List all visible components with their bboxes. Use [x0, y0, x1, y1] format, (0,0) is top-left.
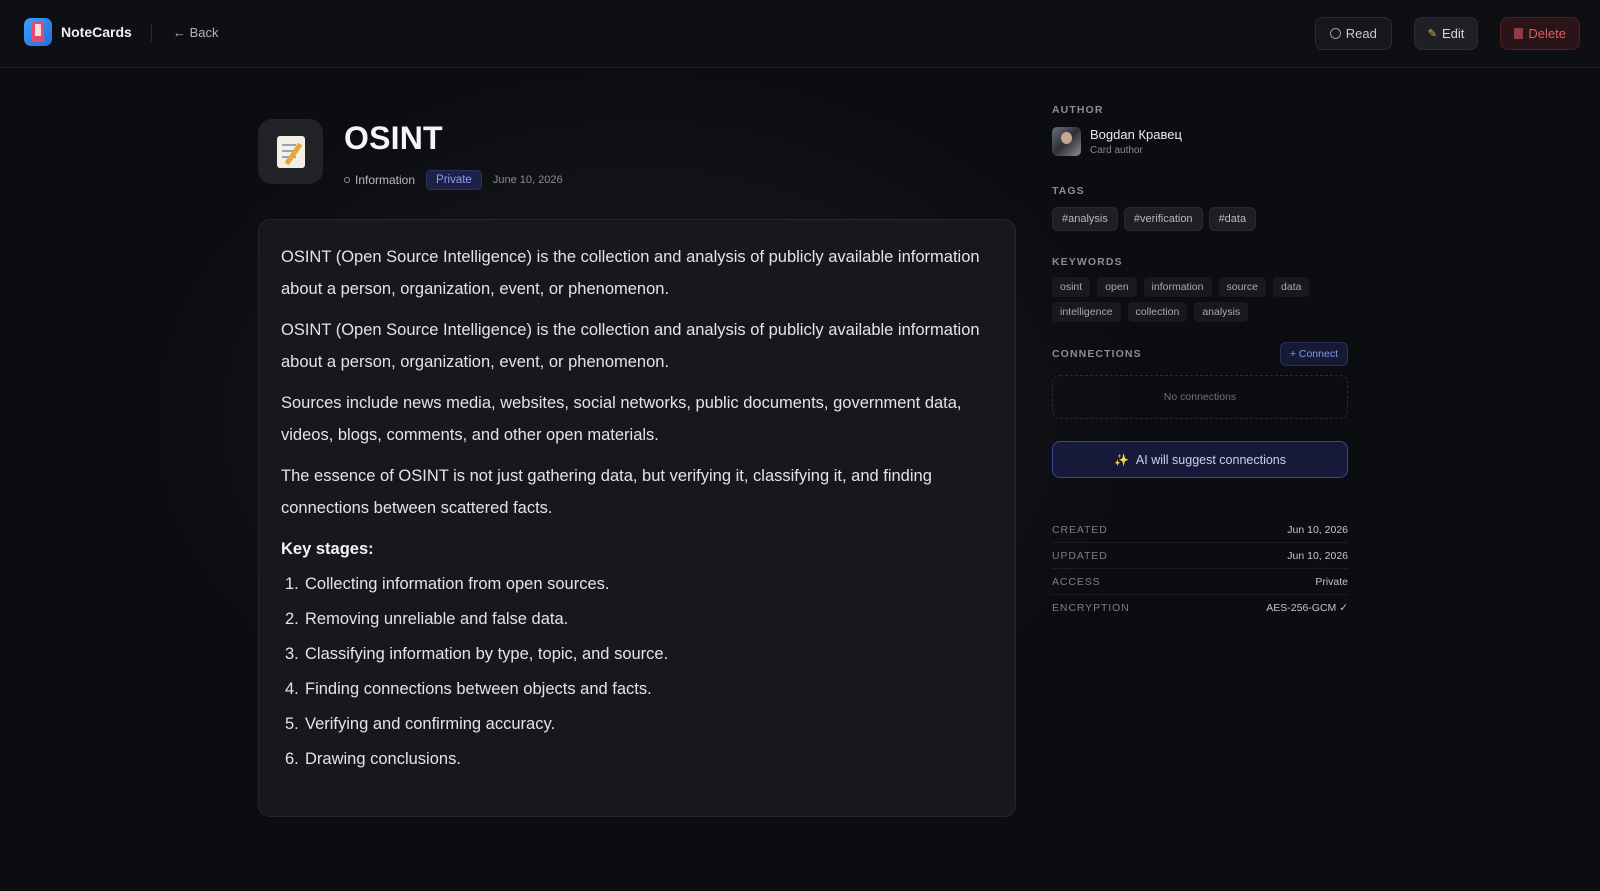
keyword-chip: data [1273, 277, 1310, 297]
memo-icon [276, 135, 305, 168]
connections-empty-state: No connections [1052, 375, 1348, 419]
author-name: Bogdan Кравец [1090, 127, 1182, 142]
tags-list: #analysis #verification #data [1052, 207, 1348, 231]
author-role: Card author [1090, 145, 1143, 156]
tag-chip[interactable]: #analysis [1052, 207, 1118, 231]
info-key: ACCESS [1052, 575, 1101, 588]
list-text: Collecting information from open sources… [305, 574, 610, 593]
header-divider [151, 24, 152, 42]
list-item: 1. Collecting information from open sourc… [281, 574, 993, 594]
info-value: Jun 10, 2026 [1287, 523, 1348, 536]
info-key: ENCRYPTION [1052, 602, 1130, 614]
keyword-chip: source [1218, 277, 1267, 297]
info-row-created: CREATED Jun 10, 2026 [1052, 517, 1348, 543]
keyword-chip: information [1143, 277, 1212, 297]
delete-button[interactable]: Delete [1500, 17, 1580, 50]
pencil-icon: ✎ [1427, 28, 1438, 40]
author-section-label: AUTHOR [1052, 104, 1104, 116]
category-label: Information [344, 173, 415, 187]
tags-section-label: TAGS [1052, 185, 1085, 197]
list-text: Drawing conclusions. [305, 749, 461, 768]
read-button-label: Read [1345, 26, 1377, 41]
info-value: Private [1315, 575, 1348, 588]
author-block: Bogdan Кравец Card author [1052, 127, 1348, 156]
connections-header: CONNECTIONS + Connect [1052, 342, 1348, 366]
tag-chip[interactable]: #verification [1123, 207, 1203, 231]
info-row-access: ACCESS Private [1052, 569, 1348, 595]
keyword-chip: intelligence [1052, 302, 1121, 322]
top-actions: Read ✎ Edit Delete [1314, 17, 1580, 50]
note-date: June 10, 2026 [492, 174, 563, 186]
details-sidebar: AUTHOR Bogdan Кравец Card author TAGS #a… [1052, 104, 1348, 621]
ai-suggest-label: AI will suggest connections [1135, 452, 1287, 467]
keywords-section-label: KEYWORDS [1052, 256, 1123, 268]
list-item: 2. Removing unreliable and false data. [281, 609, 993, 629]
page-title: OSINT [344, 120, 443, 156]
info-value: AES-256-GCM ✓ [1266, 602, 1348, 614]
list-number: 5. [285, 714, 299, 733]
key-stages-heading: Key stages: [281, 540, 374, 558]
edit-button-label: Edit [1442, 26, 1465, 41]
back-link[interactable]: ← Back [173, 25, 219, 40]
category-text: Information [355, 173, 416, 187]
keywords-list: osint open information source data intel… [1052, 277, 1312, 322]
list-item: 4. Finding connections between objects an… [281, 679, 993, 699]
list-text: Classifying information by type, topic, … [305, 644, 669, 663]
list-item: 6. Drawing conclusions. [281, 749, 993, 769]
paragraph: Sources include news media, websites, so… [281, 394, 962, 444]
connect-button[interactable]: + Connect [1279, 342, 1348, 366]
keyword-chip: collection [1127, 302, 1188, 322]
connections-section-label: CONNECTIONS [1052, 348, 1142, 360]
info-table: CREATED Jun 10, 2026 UPDATED Jun 10, 202… [1052, 517, 1348, 621]
list-number: 4. [285, 679, 299, 698]
list-text: Verifying and confirming accuracy. [305, 714, 556, 733]
note-content-card: OSINT (Open Source Intelligence) is the … [258, 219, 1016, 817]
keyword-chip: analysis [1194, 302, 1249, 322]
keyword-chip: open [1097, 277, 1137, 297]
tag-chip[interactable]: #data [1208, 207, 1257, 231]
info-value: Jun 10, 2026 [1287, 549, 1348, 562]
keyword-chip: osint [1052, 277, 1091, 297]
list-item: 5. Verifying and confirming accuracy. [281, 714, 993, 734]
list-number: 3. [285, 644, 299, 663]
circle-icon [1329, 28, 1341, 39]
stages-list: 1. Collecting information from open sourc… [281, 574, 993, 769]
avatar [1052, 127, 1081, 156]
list-number: 6. [285, 749, 299, 768]
list-text: Removing unreliable and false data. [305, 609, 569, 628]
trash-icon [1514, 28, 1524, 39]
info-row-updated: UPDATED Jun 10, 2026 [1052, 543, 1348, 569]
info-row-encryption: ENCRYPTION AES-256-GCM ✓ [1052, 595, 1348, 621]
category-dot-icon [344, 177, 350, 183]
note-meta: Information Private June 10, 2026 [344, 170, 563, 190]
note-emoji-icon [258, 119, 323, 184]
sparkles-icon: ✨ [1113, 452, 1129, 467]
list-number: 2. [285, 609, 299, 628]
list-text: Finding connections between objects and … [305, 679, 652, 698]
list-number: 1. [285, 574, 299, 593]
delete-button-label: Delete [1528, 26, 1566, 41]
brand[interactable]: NoteCards [24, 18, 132, 46]
ai-suggest-button[interactable]: ✨ AI will suggest connections [1052, 441, 1348, 478]
notecards-logo-icon [24, 18, 52, 46]
paragraph: OSINT (Open Source Intelligence) is the … [281, 321, 980, 371]
info-key: CREATED [1052, 523, 1108, 536]
visibility-badge: Private [426, 170, 482, 190]
info-key: UPDATED [1052, 549, 1108, 562]
read-button[interactable]: Read [1314, 17, 1392, 50]
edit-button[interactable]: ✎ Edit [1413, 17, 1479, 50]
list-item: 3. Classifying information by type, topic… [281, 644, 993, 664]
paragraph: The essence of OSINT is not just gatheri… [281, 467, 932, 517]
app-name: NoteCards [61, 24, 132, 40]
top-bar: NoteCards ← Back Read ✎ Edit Delete [0, 0, 1600, 68]
paragraph: OSINT (Open Source Intelligence) is the … [281, 248, 980, 298]
